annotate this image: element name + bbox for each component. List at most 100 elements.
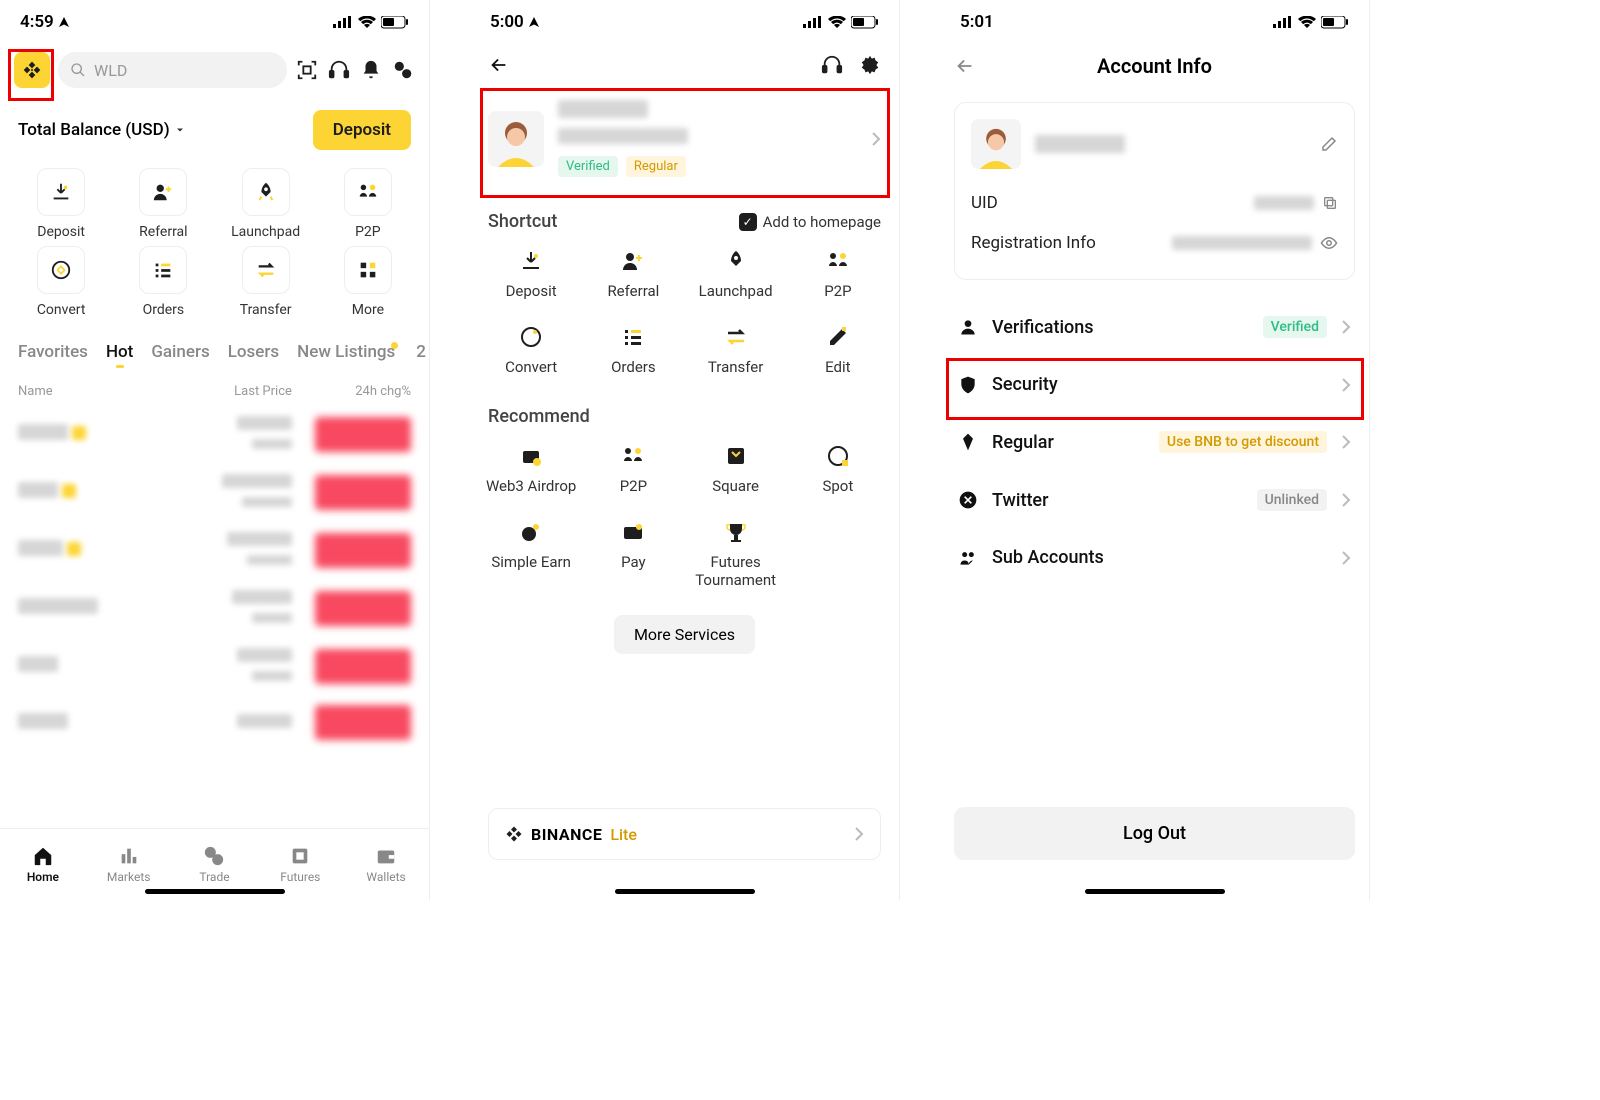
status-time: 5:00	[490, 12, 524, 32]
tab-gainers[interactable]: Gainers	[151, 342, 209, 362]
screen-home: 4:59 WLD Total Balance (USD) Deposit Dep	[0, 0, 430, 900]
menu-list: Verifications Verified Security Regular …	[940, 298, 1369, 586]
menu-twitter[interactable]: Twitter Unlinked	[940, 471, 1369, 529]
shortcut-p2p[interactable]: P2P	[317, 168, 419, 240]
rec-web3[interactable]: Web3 Airdrop	[480, 443, 582, 495]
shortcut-transfer[interactable]: Transfer	[685, 324, 787, 376]
deposit-button[interactable]: Deposit	[313, 110, 411, 150]
nav-home[interactable]: Home	[0, 829, 86, 900]
wifi-icon	[358, 16, 376, 28]
x-icon	[958, 490, 978, 510]
list-item[interactable]	[0, 579, 429, 637]
unlinked-badge: Unlinked	[1257, 489, 1327, 511]
top-bar	[470, 44, 899, 86]
location-icon	[528, 16, 540, 28]
menu-sub-accounts[interactable]: Sub Accounts	[940, 529, 1369, 586]
support-icon[interactable]	[821, 54, 843, 76]
coin-icon[interactable]	[391, 59, 415, 81]
binance-lite-bar[interactable]: BINANCE Lite	[488, 808, 881, 860]
rec-spot[interactable]: Spot	[787, 443, 889, 495]
home-indicator	[145, 889, 285, 894]
signal-icon	[333, 16, 353, 28]
rec-pay[interactable]: Pay	[582, 519, 684, 589]
chevron-right-icon	[1341, 550, 1351, 566]
balance-row: Total Balance (USD) Deposit	[0, 96, 429, 156]
user-icon	[958, 317, 978, 337]
chevron-right-icon	[854, 826, 864, 842]
home-indicator	[1085, 889, 1225, 894]
list-item[interactable]	[0, 637, 429, 695]
menu-verifications[interactable]: Verifications Verified	[940, 298, 1369, 356]
more-services-button[interactable]: More Services	[614, 615, 755, 654]
top-bar: WLD	[0, 44, 429, 96]
rec-futures-tournament[interactable]: Futures Tournament	[685, 519, 787, 589]
shortcut-p2p[interactable]: P2P	[787, 248, 889, 300]
rec-square[interactable]: Square	[685, 443, 787, 495]
shortcut-orders[interactable]: Orders	[582, 324, 684, 376]
scan-icon[interactable]	[295, 59, 319, 81]
account-card: UID Registration Info	[954, 102, 1355, 280]
regular-badge: Regular	[626, 156, 686, 177]
shortcut-edit[interactable]: Edit	[787, 324, 889, 376]
shortcut-title: Shortcut	[488, 211, 557, 232]
logout-button[interactable]: Log Out	[954, 807, 1355, 860]
back-button[interactable]	[488, 54, 510, 76]
list-item[interactable]	[0, 695, 429, 750]
list-item[interactable]	[0, 521, 429, 579]
edit-icon[interactable]	[1320, 135, 1338, 153]
shortcut-deposit[interactable]: Deposit	[10, 168, 112, 240]
status-bar: 5:00	[470, 0, 899, 44]
shortcut-convert[interactable]: Convert	[10, 246, 112, 318]
list-item[interactable]	[0, 405, 429, 463]
recommend-title: Recommend	[488, 406, 590, 427]
nav-wallets[interactable]: Wallets	[343, 829, 429, 900]
col-change: 24h chg%	[292, 384, 411, 399]
bell-icon[interactable]	[359, 59, 383, 81]
search-icon	[70, 62, 86, 78]
eye-icon[interactable]	[1320, 234, 1338, 252]
tab-favorites[interactable]: Favorites	[18, 342, 88, 362]
shortcut-launchpad[interactable]: Launchpad	[215, 168, 317, 240]
tab-new-listings[interactable]: New Listings	[297, 342, 398, 362]
verified-badge: Verified	[1263, 316, 1327, 338]
shortcut-orders[interactable]: Orders	[112, 246, 214, 318]
market-list	[0, 405, 429, 750]
uid-row: UID	[971, 183, 1338, 223]
add-to-homepage-toggle[interactable]: ✓ Add to homepage	[739, 213, 881, 231]
shortcut-more[interactable]: More	[317, 246, 419, 318]
chevron-right-icon	[1341, 434, 1351, 450]
tab-overflow[interactable]: 2	[416, 342, 426, 362]
battery-icon	[1321, 16, 1349, 29]
tab-hot[interactable]: Hot	[106, 342, 133, 362]
shortcut-grid: Deposit Referral Launchpad P2P Convert O…	[0, 156, 429, 324]
menu-regular[interactable]: Regular Use BNB to get discount	[940, 413, 1369, 471]
search-input[interactable]: WLD	[58, 52, 287, 88]
list-item[interactable]	[0, 463, 429, 521]
copy-icon[interactable]	[1322, 195, 1338, 211]
wifi-icon	[1298, 16, 1316, 28]
shortcut-convert[interactable]: Convert	[480, 324, 582, 376]
market-tabs: Favorites Hot Gainers Losers New Listing…	[0, 324, 429, 370]
lite-word: Lite	[610, 825, 637, 844]
menu-security[interactable]: Security	[940, 356, 1369, 413]
shortcut-transfer[interactable]: Transfer	[215, 246, 317, 318]
settings-icon[interactable]	[859, 54, 881, 76]
support-icon[interactable]	[327, 59, 351, 81]
top-bar: Account Info	[940, 44, 1369, 88]
binance-logo[interactable]	[14, 52, 50, 88]
wifi-icon	[828, 16, 846, 28]
tab-losers[interactable]: Losers	[228, 342, 279, 362]
status-bar: 5:01	[940, 0, 1369, 44]
rec-p2p[interactable]: P2P	[582, 443, 684, 495]
shortcut-deposit[interactable]: Deposit	[480, 248, 582, 300]
balance-dropdown[interactable]: Total Balance (USD)	[18, 120, 186, 140]
back-button[interactable]	[954, 55, 976, 77]
status-time: 4:59	[20, 12, 54, 32]
screen-account-info: 5:01 Account Info UID Registration Info	[940, 0, 1370, 900]
shortcut-referral[interactable]: Referral	[112, 168, 214, 240]
profile-header[interactable]: Verified Regular	[470, 86, 899, 191]
rec-earn[interactable]: Simple Earn	[480, 519, 582, 589]
verified-badge: Verified	[558, 156, 618, 177]
shortcut-launchpad[interactable]: Launchpad	[685, 248, 787, 300]
shortcut-referral[interactable]: Referral	[582, 248, 684, 300]
